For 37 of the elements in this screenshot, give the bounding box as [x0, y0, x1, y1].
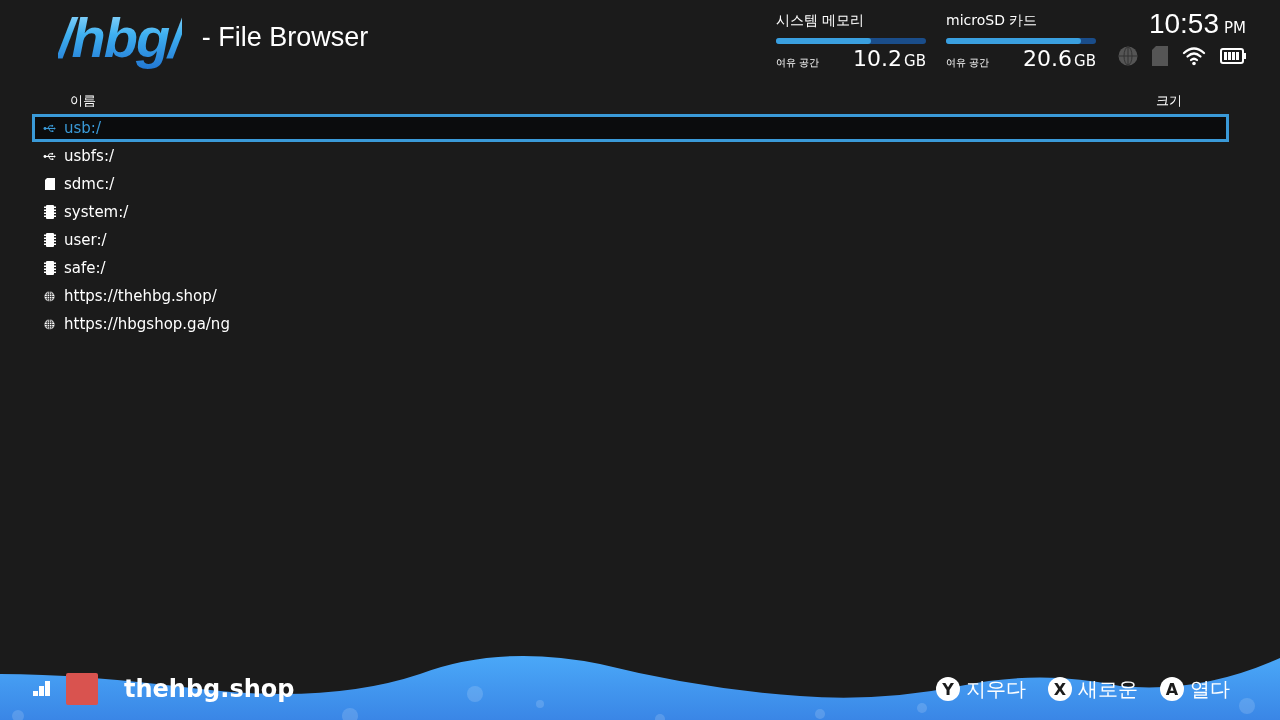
file-row[interactable]: system:/ — [32, 198, 1229, 226]
storage-name: microSD 카드 — [946, 12, 1039, 30]
sd-card-icon — [44, 178, 55, 190]
usb-icon — [43, 123, 56, 133]
clock-meridiem: PM — [1224, 19, 1246, 37]
file-row[interactable]: usb:/ — [32, 114, 1229, 142]
avatar-placeholder — [66, 673, 98, 705]
file-row[interactable]: sdmc:/ — [32, 170, 1229, 198]
file-row[interactable]: https://hbgshop.ga/ng — [32, 310, 1229, 338]
unit-label: GB — [904, 52, 926, 70]
chip-icon — [43, 261, 56, 275]
storage-name: 시스템 메모리 — [776, 12, 866, 30]
free-space-amount: 10.2 — [853, 46, 903, 71]
file-row[interactable]: https://thehbg.shop/ — [32, 282, 1229, 310]
chip-icon — [43, 233, 56, 247]
usb-icon — [43, 151, 56, 161]
globe-icon — [44, 290, 55, 302]
file-row[interactable]: user:/ — [32, 226, 1229, 254]
globe-icon — [44, 318, 55, 330]
unit-label: GB — [1074, 52, 1096, 70]
action-button[interactable]: X 새로운 — [1048, 675, 1138, 703]
battery-icon — [1220, 48, 1246, 64]
file-row[interactable]: usbfs:/ — [32, 142, 1229, 170]
globe-icon — [1118, 46, 1138, 66]
sd-card-icon — [1152, 46, 1168, 66]
app-title: - File Browser — [201, 22, 369, 53]
file-row[interactable]: safe:/ — [32, 254, 1229, 282]
column-header: 이름 — [70, 92, 96, 110]
action-button[interactable]: A 열다 — [1160, 675, 1230, 703]
free-space-label: 여유 공간 — [776, 56, 820, 70]
column-header: 크기 — [1156, 92, 1182, 110]
free-space-amount: 20.6 — [1023, 46, 1073, 71]
free-space-label: 여유 공간 — [946, 56, 990, 70]
chip-icon — [43, 205, 56, 219]
wifi-icon — [1182, 46, 1206, 66]
clock-time: 10:53 — [1148, 8, 1219, 40]
action-button[interactable]: Y 지우다 — [936, 675, 1026, 703]
